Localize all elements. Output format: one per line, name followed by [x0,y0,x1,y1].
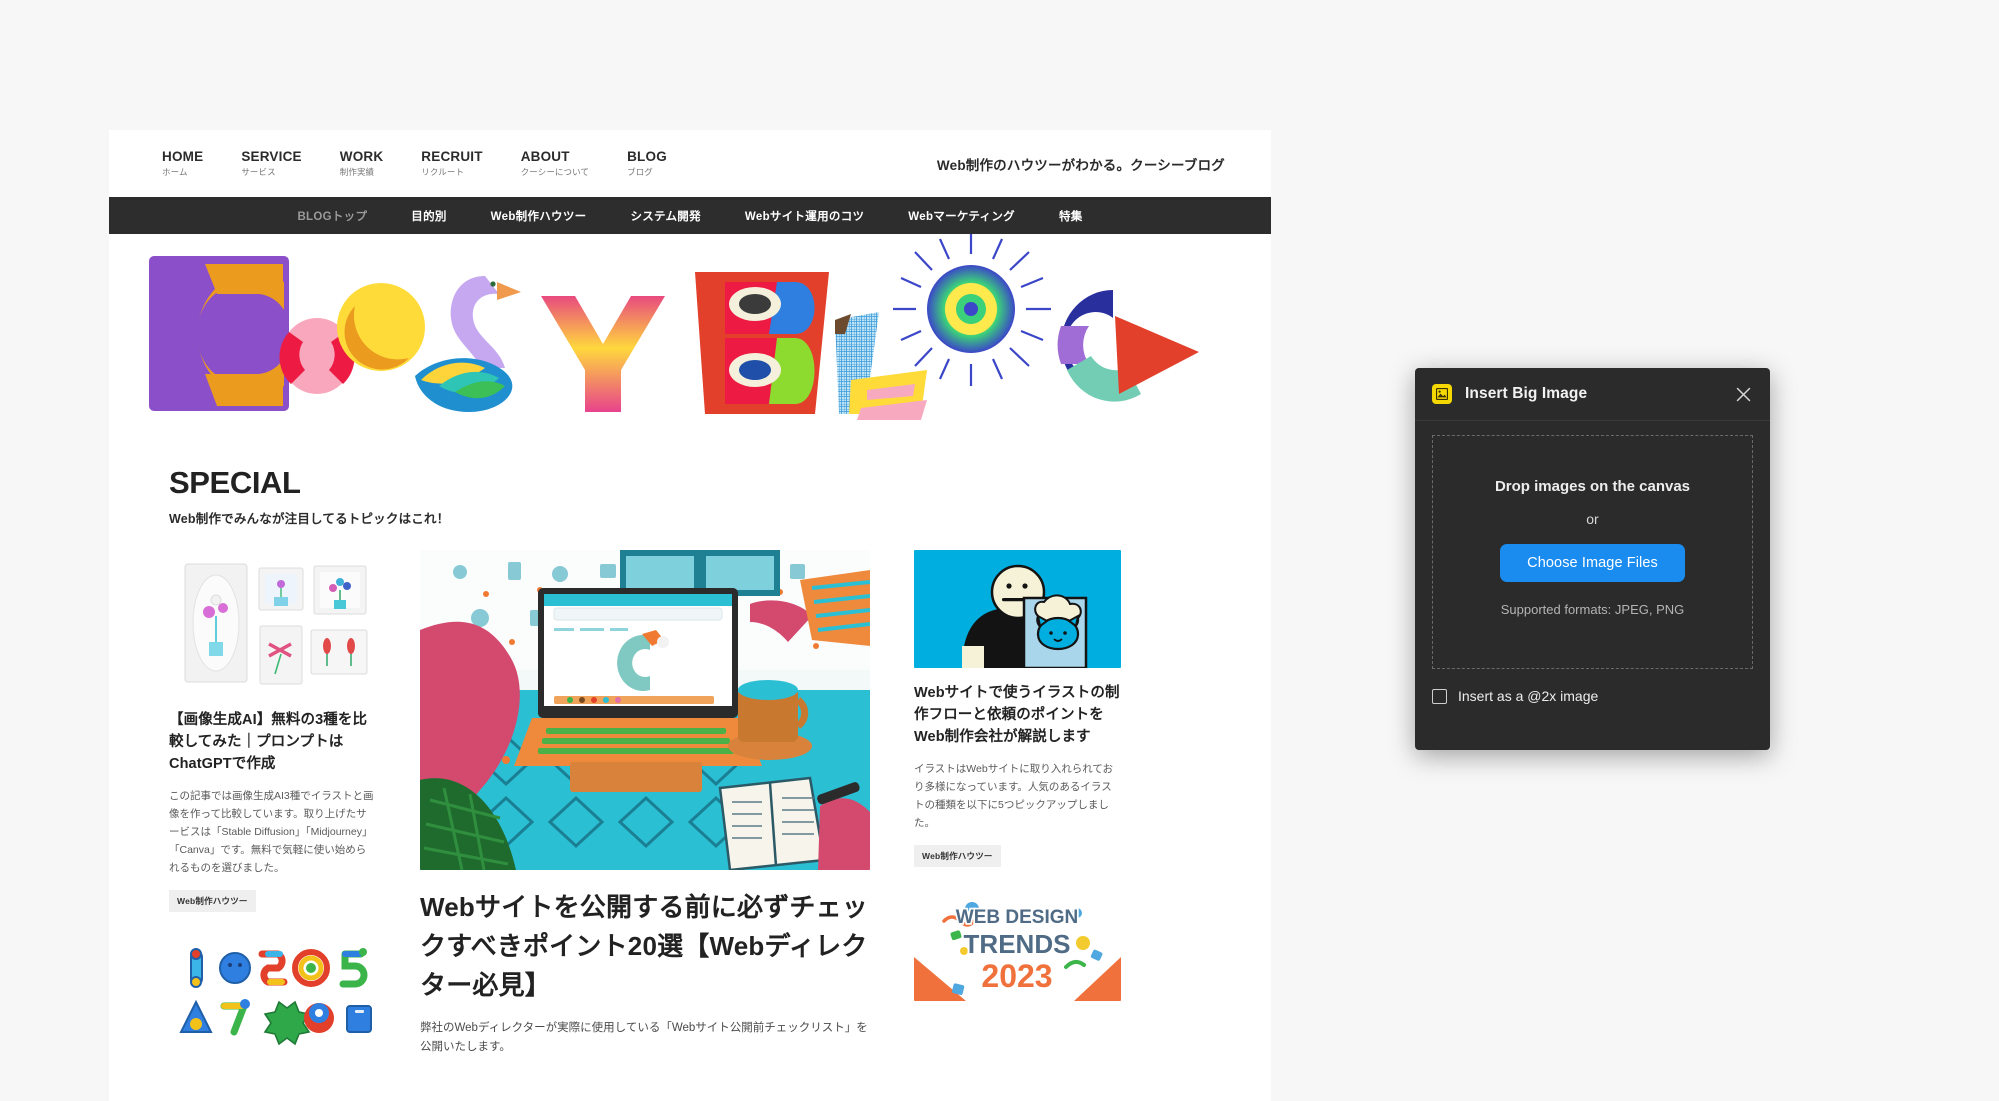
article-description: 弊社のWebディレクターが実際に使用している「Webサイト公開前チェックリスト」… [420,1021,868,1054]
article-title[interactable]: Webサイトで使うイラストの制作フローと依頼のポイントをWeb制作会社が解説しま… [914,682,1121,749]
hero-banner [109,234,1271,439]
nav-label-en: HOME [162,148,204,164]
subnav-item-blog-top[interactable]: BLOGトップ [297,208,367,224]
nav-label-en: ABOUT [520,148,570,164]
dialog-body: Drop images on the canvas or Choose Imag… [1415,421,1770,669]
nav-label-jp: リクルート [421,166,465,177]
image-icon [1432,384,1452,404]
nav-item-blog[interactable]: BLOG ブログ [627,148,667,177]
nav-item-work[interactable]: WORK 制作実績 [339,148,384,177]
article-thumbnail[interactable]: WEB DESIGN TRENDS 2023 [914,891,1121,1002]
site-header: HOME ホーム SERVICE サービス WORK 制作実績 RECRUIT … [109,130,1271,197]
insert-big-image-dialog: Insert Big Image Drop images on the canv… [1415,368,1770,750]
web-design-trends-banner: WEB DESIGN TRENDS 2023 [914,891,1121,1002]
article-tag[interactable]: Web制作ハウツー [169,890,256,913]
article-thumbnail[interactable] [169,936,376,1047]
numbers-illustration [169,936,376,1047]
article-thumbnail[interactable] [914,549,1121,668]
nav-label-en: BLOG [627,148,667,164]
article-card-numbers[interactable] [169,936,376,1047]
dialog-title: Insert Big Image [1465,385,1588,402]
close-icon[interactable] [1732,383,1754,405]
nav-label-en: WORK [339,148,384,164]
frames-illustration [169,549,376,695]
nav-label-en: SERVICE [241,148,302,164]
screen: HOME ホーム SERVICE サービス WORK 制作実績 RECRUIT … [0,0,1999,1101]
article-card-frames[interactable]: 【画像生成AI】無料の3種を比較してみた｜プロンプトはChatGPTで作成 この… [169,549,376,913]
article-thumbnail[interactable] [169,549,376,695]
article-thumbnail[interactable] [420,549,870,870]
article-tag[interactable]: Web制作ハウツー [914,845,1001,868]
subnav-item-web-marketing[interactable]: Webマーケティング [908,208,1015,224]
nav-item-service[interactable]: SERVICE サービス [241,148,302,177]
insert-2x-checkbox[interactable] [1432,688,1447,704]
article-card-checklist[interactable]: Webサイトを公開する前に必ずチェックすべきポイント20選【Webディレクター必… [420,549,870,1059]
special-heading: SPECIAL [169,465,301,500]
article-card-web-design-trends[interactable]: WEB DESIGN TRENDS 2023 [914,891,1121,1002]
subnav-item-site-ops[interactable]: Webサイト運用のコツ [745,208,864,224]
nav-label-jp: ブログ [627,166,653,177]
site-tagline: Web制作のハウツーがわかる。クーシーブログ [936,157,1225,173]
article-grid: 【画像生成AI】無料の3種を比較してみた｜プロンプトはChatGPTで作成 この… [109,549,1271,1083]
laptop-desk-illustration [420,549,870,870]
special-subheading: Web制作でみんなが注目してるトピックはこれ！ [169,511,450,526]
dialog-header: Insert Big Image [1415,368,1770,421]
subnav-item-feature[interactable]: 特集 [1059,208,1083,224]
insert-2x-label: Insert as a @2x image [1458,688,1599,704]
supported-formats-label: Supported formats: JPEG, PNG [1500,602,1685,617]
hero-illustration-coosy-blog [149,234,1199,420]
global-nav: HOME ホーム SERVICE サービス WORK 制作実績 RECRUIT … [162,148,667,177]
image-dropzone[interactable]: Drop images on the canvas or Choose Imag… [1432,435,1753,669]
grid-column-left: 【画像生成AI】無料の3種を比較してみた｜プロンプトはChatGPTで作成 この… [169,549,376,1071]
dialog-footer: Insert as a @2x image [1415,669,1770,704]
banner-line-2: TRENDS [964,929,1071,959]
nav-item-about[interactable]: ABOUT クーシーについて [520,148,590,177]
nav-label-en: RECRUIT [421,148,483,164]
special-section: SPECIAL Web制作でみんなが注目してるトピックはこれ！ [109,439,1271,527]
nav-item-recruit[interactable]: RECRUIT リクルート [421,148,483,177]
nav-label-jp: クーシーについて [520,166,590,177]
nav-item-home[interactable]: HOME ホーム [162,148,204,177]
banner-line-1: WEB DESIGN [956,907,1078,928]
person-with-cat-drawing-illustration [914,549,1121,668]
article-title[interactable]: Webサイトを公開する前に必ずチェックすべきポイント20選【Webディレクター必… [420,888,870,1005]
dropzone-title: Drop images on the canvas [1494,478,1691,495]
nav-label-jp: 制作実績 [339,166,375,177]
dropzone-or-label: or [1586,511,1599,527]
nav-label-jp: ホーム [162,166,188,177]
article-card-illustration-flow[interactable]: Webサイトで使うイラストの制作フローと依頼のポイントをWeb制作会社が解説しま… [914,549,1121,868]
grid-column-right: Webサイトで使うイラストの制作フローと依頼のポイントをWeb制作会社が解説しま… [914,549,1121,1026]
nav-label-jp: サービス [241,166,276,177]
article-title[interactable]: 【画像生成AI】無料の3種を比較してみた｜プロンプトはChatGPTで作成 [169,709,376,776]
choose-image-files-button[interactable]: Choose Image Files [1500,544,1685,582]
subnav-item-purpose[interactable]: 目的別 [411,208,446,224]
blog-subnav: BLOGトップ 目的別 Web制作ハウツー システム開発 Webサイト運用のコツ… [109,197,1271,234]
subnav-item-system-dev[interactable]: システム開発 [630,208,700,224]
banner-line-3: 2023 [981,958,1052,994]
subnav-item-web-howto[interactable]: Web制作ハウツー [491,208,587,224]
article-description: この記事では画像生成AI3種でイラストと画像を作って比較しています。取り上げたサ… [169,789,374,875]
grid-column-center: Webサイトを公開する前に必ずチェックすべきポイント20選【Webディレクター必… [420,549,870,1083]
website-page: HOME ホーム SERVICE サービス WORK 制作実績 RECRUIT … [109,130,1271,1101]
article-description: イラストはWebサイトに取り入れられており多様になっています。人気のあるイラスト… [914,762,1114,830]
